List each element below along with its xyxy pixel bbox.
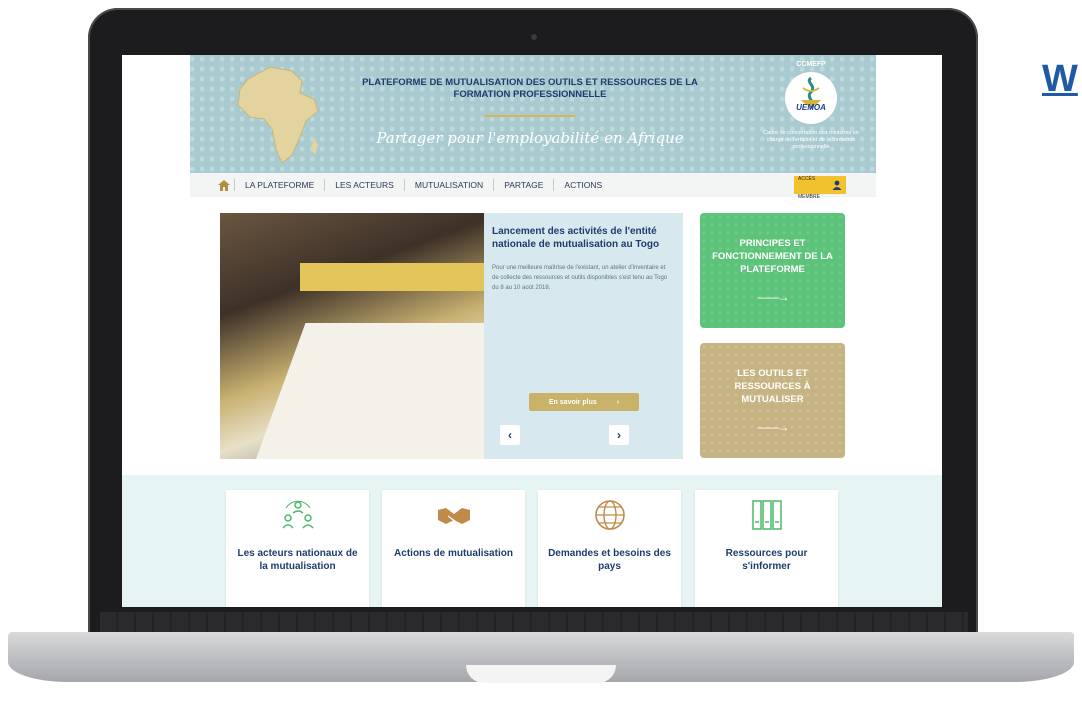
laptop-screen: PLATEFORME DE MUTUALISATION DES OUTILS E…	[122, 55, 942, 607]
read-more-button[interactable]: En savoir plus ›	[529, 393, 639, 411]
africa-map-icon	[237, 66, 319, 164]
arrow-right-icon: ——→	[757, 420, 790, 434]
user-icon	[832, 180, 842, 190]
nav-item-actions[interactable]: ACTIONS	[553, 179, 612, 191]
card-actions-label: Actions de mutualisation	[394, 548, 513, 559]
arrow-right-icon: ——→	[757, 290, 790, 304]
site-header: PLATEFORME DE MUTUALISATION DES OUTILS E…	[190, 55, 876, 173]
nav-item-plateforme[interactable]: LA PLATEFORME	[234, 179, 324, 191]
slide-text: Pour une meilleure maîtrise de l'existan…	[492, 265, 668, 291]
site-title: PLATEFORME DE MUTUALISATION DES OUTILS E…	[362, 77, 698, 100]
binders-icon	[751, 500, 782, 530]
member-label-line1: ACCÈS	[798, 176, 816, 182]
laptop-notch	[466, 665, 616, 683]
home-icon	[218, 179, 230, 191]
handshake-icon	[437, 508, 470, 524]
member-access-label: ACCÈS MEMBRE	[798, 167, 820, 203]
org-description: Cadre de concertation des ministres en c…	[763, 130, 859, 150]
nav-home[interactable]	[214, 175, 234, 195]
member-label-line2: MEMBRE	[798, 194, 820, 200]
nav-item-partage[interactable]: PARTAGE	[493, 179, 553, 191]
card-actions[interactable]: Actions de mutualisation	[382, 490, 525, 607]
org-block[interactable]: CCMEFP UEMOA Cadre de concertation des m…	[754, 61, 868, 151]
card-demandes[interactable]: Demandes et besoins des pays	[538, 490, 681, 607]
slide-photo	[220, 213, 484, 459]
site-tagline: Partager pour l'employabilité en Afrique	[376, 129, 684, 147]
card-ressources-label: Ressources pour s'informer	[725, 548, 808, 572]
card-demandes-label: Demandes et besoins des pays	[548, 548, 671, 572]
main-nav: LA PLATEFORME LES ACTEURS MUTUALISATION …	[190, 173, 876, 200]
people-network-icon	[281, 500, 314, 529]
nav-item-mutualisation[interactable]: MUTUALISATION	[403, 179, 493, 191]
card-acteurs[interactable]: Les acteurs nationaux de la mutualisatio…	[226, 490, 369, 607]
news-slider: Lancement des activités de l'entité nati…	[220, 213, 683, 459]
tile-outils[interactable]: LES OUTILS ET RESSOURCES À MUTUALISER ——…	[700, 343, 845, 458]
org-logo[interactable]: UEMOA	[785, 72, 837, 124]
org-acronym: CCMEFP	[796, 61, 826, 68]
photo-table	[254, 323, 484, 459]
org-name: UEMOA	[796, 103, 826, 112]
tile-outils-label: LES OUTILS ET RESSOURCES À MUTUALISER	[734, 368, 811, 405]
slider-prev-button[interactable]: ‹	[500, 425, 520, 445]
read-more-label: En savoir plus	[548, 398, 597, 406]
caduceus-icon	[801, 76, 821, 110]
card-ressources[interactable]: Ressources pour s'informer	[695, 490, 838, 607]
member-access-button[interactable]: ACCÈS MEMBRE	[794, 176, 846, 200]
slide-panel: Lancement des activités de l'entité nati…	[484, 213, 683, 459]
edge-heading-fragment: W	[1042, 58, 1078, 100]
card-acteurs-label: Les acteurs nationaux de la mutualisatio…	[237, 548, 358, 572]
camera-icon	[531, 34, 537, 40]
slide-title[interactable]: Lancement des activités de l'entité nati…	[492, 225, 678, 251]
slider-next-button[interactable]: ›	[609, 425, 629, 445]
tile-principes[interactable]: PRINCIPES ET FONCTIONNEMENT DE LA PLATEF…	[700, 213, 845, 328]
globe-icon	[594, 500, 625, 530]
nav-item-acteurs[interactable]: LES ACTEURS	[324, 179, 404, 191]
photo-drape	[300, 263, 484, 291]
tile-principes-label: PRINCIPES ET FONCTIONNEMENT DE LA PLATEF…	[712, 238, 833, 275]
title-divider	[485, 115, 575, 117]
chevron-right-icon: ›	[616, 398, 620, 406]
